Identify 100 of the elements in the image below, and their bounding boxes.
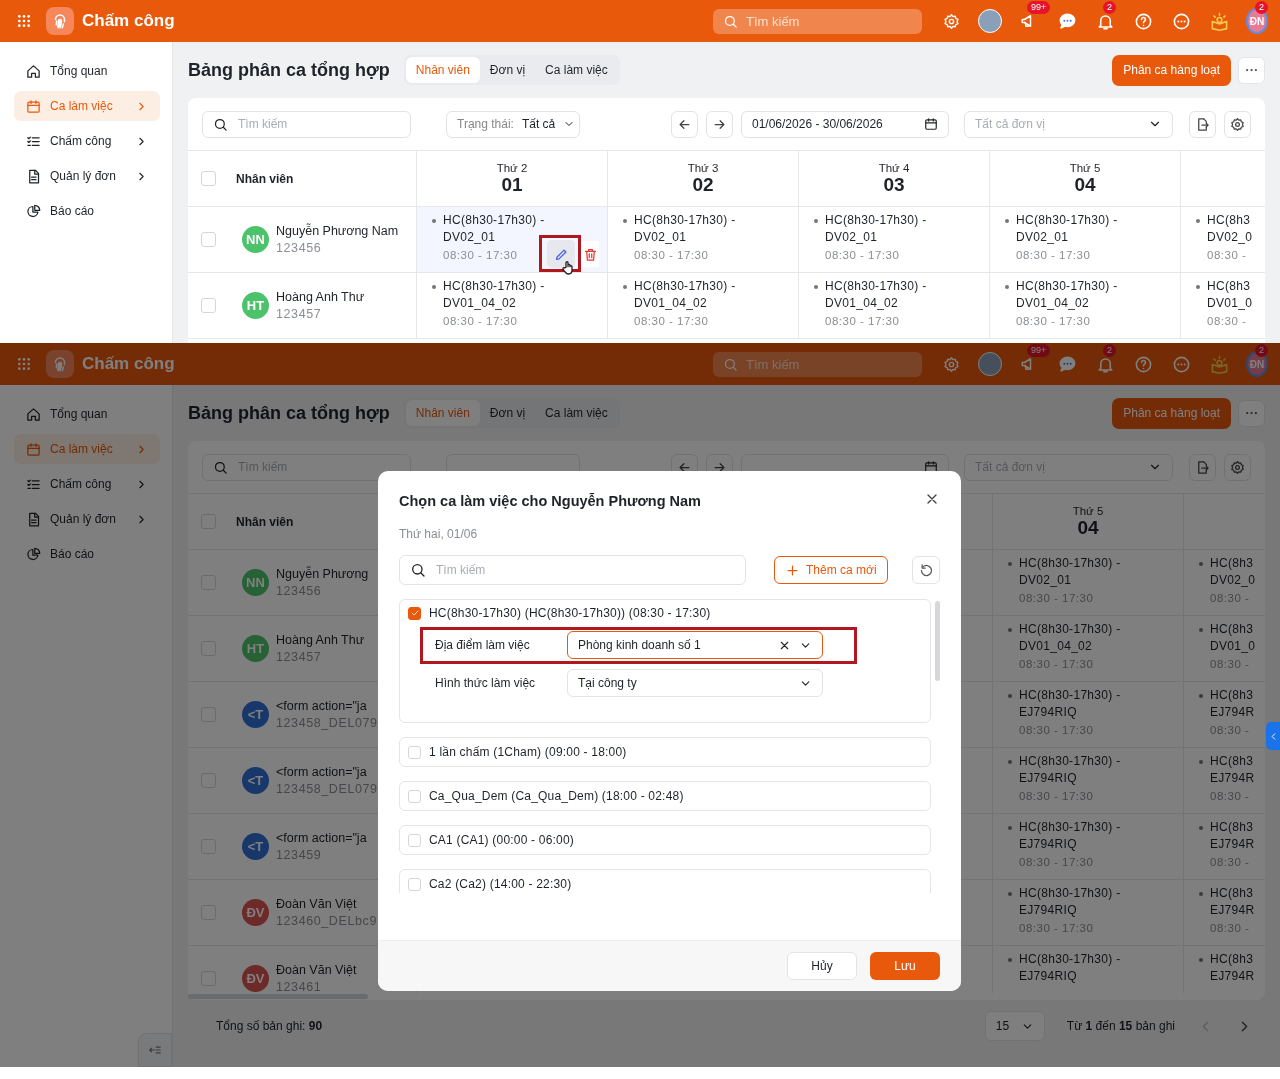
cancel-button[interactable]: Hủy [787, 952, 857, 980]
shift-cell[interactable]: HC(8h30-17h30) - DV02_01 08:30 - 17:30 [993, 550, 1183, 615]
refresh-button[interactable] [912, 556, 940, 584]
weekday-label: Thứ 2 [496, 161, 528, 174]
lamp-book-icon[interactable] [1209, 354, 1229, 374]
chat-bubble-icon[interactable] [1057, 11, 1077, 31]
bulk-assign-button[interactable]: Phân ca hàng loạt [1112, 397, 1231, 429]
view-tab[interactable]: Đơn vị [479, 400, 536, 426]
sidebar-item[interactable]: Quản lý đơn [14, 504, 160, 534]
shift-cell[interactable]: HC(8h30-17h30) - DV02_01 08:30 - 17:30 [990, 207, 1180, 272]
edit-button[interactable] [547, 240, 575, 268]
shift-title: HC(8h30-17h30) - [1019, 753, 1121, 770]
sidebar-item[interactable]: Chấm công [14, 469, 160, 499]
shift-option[interactable]: Ca2 (Ca2) (14:00 - 22:30) [429, 877, 572, 891]
employee-name: Hoàng Anh Thư [276, 290, 365, 304]
more-icon[interactable] [1171, 354, 1191, 374]
shift-cell[interactable]: HC(8h3 DV02_0 08:30 - [1184, 550, 1265, 615]
settings-button[interactable] [1224, 453, 1251, 481]
sidebar-item[interactable]: Quản lý đơn [14, 161, 160, 191]
shift-time: 08:30 - 17:30 [633, 248, 709, 263]
employee-name: <form action="ja [276, 831, 367, 845]
next-button[interactable] [706, 110, 733, 138]
sidebar-item[interactable]: Ca làm việc [14, 91, 160, 121]
shift-cell[interactable]: HC(8h30-17h30) - DV01_04_02 08:30 - 17:30 [608, 273, 798, 338]
shift-option[interactable]: CA1 (CA1) (00:00 - 06:00) [429, 833, 575, 847]
shift-cell[interactable]: HC(8h30-17h30) - EJ794RIQ 08:30 - 17:30 [993, 814, 1183, 879]
employee-code: 123458_DEL079 [276, 782, 378, 796]
view-tab[interactable]: Ca làm việc [535, 400, 618, 426]
shift-cell[interactable]: HC(8h3 EJ794R 08:30 - [1184, 880, 1265, 945]
search-field[interactable]: Tìm kiếm [744, 355, 898, 373]
profile-picture[interactable] [978, 9, 1002, 33]
sidebar-item[interactable]: Chấm công [14, 126, 160, 156]
vertical-scrollbar[interactable] [935, 601, 940, 681]
search-field[interactable]: Tìm kiếm [713, 351, 922, 377]
sidebar-item[interactable]: Tổng quan [14, 56, 160, 86]
shift-cell[interactable]: HC(8h30-17h30) - EJ794RIQ 08:30 - 17:30 [993, 748, 1183, 813]
shift-cell[interactable]: HC(8h30-17h30) - EJ794RIQ 08:30 - 17:30 [993, 682, 1183, 747]
settings-icon[interactable] [942, 12, 960, 30]
shift-cell[interactable]: HC(8h3 EJ794R 08:30 - [1184, 748, 1265, 813]
shift-cell[interactable]: HC(8h3 EJ794R 08:30 - [1184, 814, 1265, 879]
notification-badge: 2 [1103, 344, 1116, 357]
shift-cell[interactable]: HC(8h30-17h30) - DV01_04_02 08:30 - 17:30 [993, 616, 1183, 681]
shift-cell[interactable]: HC(8h3 EJ794R [1184, 946, 1265, 993]
help-icon[interactable] [1133, 354, 1153, 374]
collapse-sidebar-button[interactable] [138, 1033, 172, 1067]
export-button[interactable] [1189, 110, 1216, 138]
view-tab[interactable]: Ca làm việc [535, 57, 618, 83]
chat-bubble-icon[interactable] [1057, 354, 1077, 374]
dropdown-field[interactable]: Tại công ty [567, 669, 823, 697]
lamp-book-icon[interactable] [1209, 11, 1229, 31]
apps-grid-icon[interactable] [16, 13, 32, 29]
dropdown-field[interactable]: Phòng kinh doanh số 1 [567, 631, 823, 659]
search-field[interactable]: Tìm kiếm [434, 562, 735, 578]
shift-cell[interactable]: HC(8h30-17h30) - DV02_01 08:30 - 17:30 [799, 207, 989, 272]
shift-cell[interactable]: HC(8h30-17h30) - DV01_04_02 08:30 - 17:30 [417, 273, 607, 338]
page-size-select[interactable]: 15 [984, 1011, 1045, 1041]
profile-picture[interactable] [978, 352, 1002, 376]
select-all-checkbox[interactable] [200, 171, 216, 186]
settings-button[interactable] [1224, 110, 1251, 138]
sidebar-item[interactable]: Tổng quan [14, 399, 160, 429]
shift-checkbox[interactable] [408, 606, 421, 620]
shift-cell[interactable]: HC(8h3 DV01_0 08:30 - [1181, 273, 1265, 338]
shift-cell[interactable]: HC(8h30-17h30) - DV02_01 08:30 - 17:30 [608, 207, 798, 272]
shift-cell[interactable]: HC(8h30-17h30) - DV01_04_02 08:30 - 17:30 [799, 273, 989, 338]
save-button[interactable]: Lưu [870, 952, 940, 980]
shift-time: 08:30 - 17:30 [1018, 657, 1094, 672]
search-field[interactable]: Tìm kiếm [399, 555, 746, 585]
shift-unit: EJ794RIQ [1018, 770, 1077, 787]
sidebar-item[interactable]: Báo cáo [14, 539, 160, 569]
row-checkbox[interactable] [200, 298, 216, 313]
status-select[interactable]: Trạng thái: Tất cả [446, 110, 580, 138]
shift-cell[interactable]: HC(8h3 EJ794R 08:30 - [1184, 682, 1265, 747]
shift-cell[interactable]: HC(8h30-17h30) - DV01_04_02 08:30 - 17:30 [990, 273, 1180, 338]
search-field[interactable]: Tìm kiếm [202, 110, 411, 138]
apps-grid-icon[interactable] [16, 356, 32, 372]
previous-button[interactable] [671, 110, 698, 138]
more-icon[interactable] [1171, 11, 1191, 31]
shift-cell[interactable]: HC(8h30-17h30) - EJ794RIQ 08:30 - 17:30 [993, 880, 1183, 945]
delete-button[interactable] [581, 241, 599, 267]
sidebar-item[interactable]: Báo cáo [14, 196, 160, 226]
export-button[interactable] [1189, 453, 1216, 481]
shift-cell[interactable]: HC(8h30-17h30) - EJ794RIQ [993, 946, 1183, 993]
calendar-icon [26, 441, 41, 457]
search-field[interactable]: Tìm kiếm [713, 8, 922, 34]
shift-cell[interactable]: HC(8h3 DV01_0 08:30 - [1184, 616, 1265, 681]
add-shift-button[interactable]: Thêm ca mới [774, 556, 888, 584]
bulk-assign-button[interactable]: Phân ca hàng loạt [1112, 54, 1231, 86]
shift-option[interactable]: 1 lần chấm (1Cham) (09:00 - 18:00) [429, 745, 627, 759]
search-field[interactable]: Tìm kiếm [236, 116, 400, 132]
search-field[interactable]: Tìm kiếm [744, 12, 898, 30]
view-tab[interactable]: Đơn vị [479, 57, 536, 83]
shift-option[interactable]: HC(8h30-17h30) (HC(8h30-17h30)) (08:30 - 17:30) [429, 606, 711, 620]
side-panel-toggle[interactable] [1266, 722, 1280, 750]
help-icon[interactable] [1133, 11, 1153, 31]
view-tab[interactable]: Nhân viên [405, 57, 480, 83]
row-checkbox[interactable] [200, 232, 216, 247]
date-range-field[interactable]: 01/06/2026 - 30/06/2026 [741, 110, 949, 138]
view-tab[interactable]: Nhân viên [405, 400, 480, 426]
shift-cell[interactable]: HC(8h3 DV02_0 08:30 - [1181, 207, 1265, 272]
settings-icon[interactable] [942, 355, 960, 373]
